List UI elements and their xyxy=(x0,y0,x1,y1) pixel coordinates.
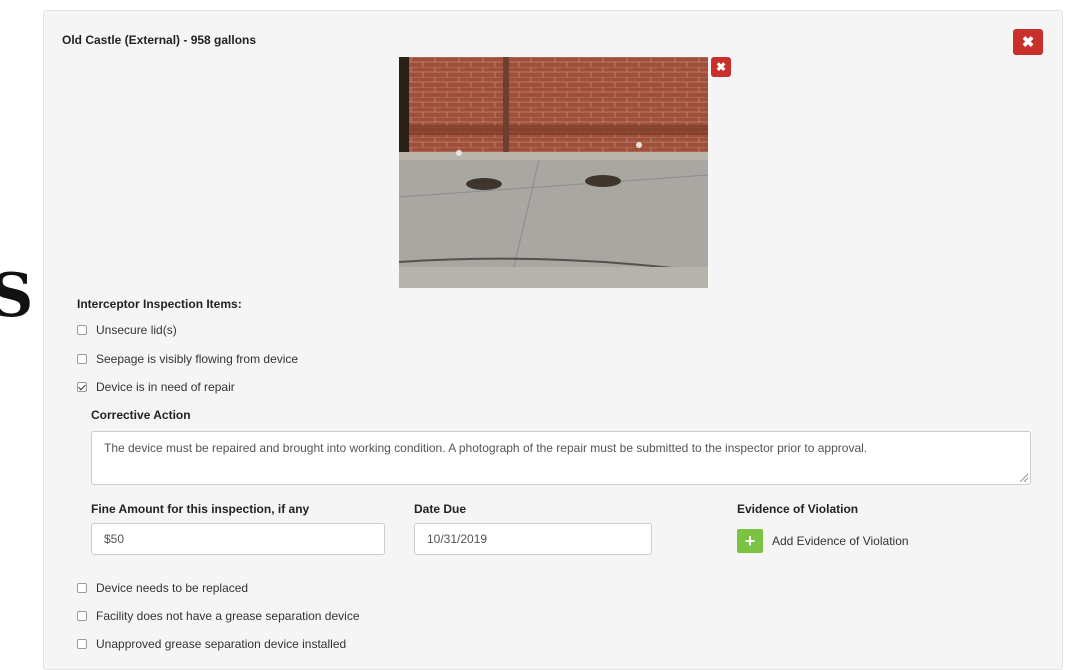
inspection-photo xyxy=(399,57,708,288)
fine-amount-label: Fine Amount for this inspection, if any xyxy=(91,502,310,516)
checkbox-needs-replacement[interactable]: Device needs to be replaced xyxy=(77,581,248,595)
evidence-label: Evidence of Violation xyxy=(737,502,859,516)
corrective-action-text: The device must be repaired and brought … xyxy=(104,441,868,455)
checkbox-label: Device is in need of repair xyxy=(96,380,235,394)
checkbox[interactable] xyxy=(77,611,87,621)
times-icon: ✖ xyxy=(715,60,727,74)
checkbox[interactable] xyxy=(77,583,87,593)
corrective-action-textarea[interactable]: The device must be repaired and brought … xyxy=(91,431,1031,485)
checkbox-label: Device needs to be replaced xyxy=(96,581,249,595)
add-evidence-label[interactable]: Add Evidence of Violation xyxy=(772,534,909,548)
page-edge-glyph: S xyxy=(0,261,34,331)
plus-icon: + xyxy=(744,530,756,551)
date-due-value: 10/31/2019 xyxy=(427,532,488,546)
date-due-label: Date Due xyxy=(414,502,467,516)
fine-amount-value: $50 xyxy=(104,532,125,546)
checkbox-needs-repair[interactable]: Device is in need of repair xyxy=(77,380,235,394)
corrective-action-label: Corrective Action xyxy=(91,408,191,422)
fine-amount-input[interactable]: $50 xyxy=(91,523,385,555)
checkbox-unsecure-lid[interactable]: Unsecure lid(s) xyxy=(77,323,177,337)
remove-interceptor-button[interactable]: ✖ xyxy=(1013,29,1043,55)
resize-handle[interactable] xyxy=(1020,474,1028,482)
interceptor-panel: Old Castle (External) - 958 gallons ✖ ✖ … xyxy=(43,10,1063,670)
checkbox-no-grease-device[interactable]: Facility does not have a grease separati… xyxy=(77,609,360,623)
checkbox-label: Seepage is visibly flowing from device xyxy=(96,352,299,366)
remove-photo-button[interactable]: ✖ xyxy=(711,57,731,77)
checkbox-unapproved-device[interactable]: Unapproved grease separation device inst… xyxy=(77,637,346,651)
add-evidence-button[interactable]: + xyxy=(737,529,763,553)
date-due-input[interactable]: 10/31/2019 xyxy=(414,523,652,555)
checkbox-label: Unapproved grease separation device inst… xyxy=(96,637,347,651)
checkbox[interactable] xyxy=(77,354,87,364)
checkbox-checked[interactable] xyxy=(77,382,87,392)
times-icon: ✖ xyxy=(1021,34,1035,51)
checkbox-label: Facility does not have a grease separati… xyxy=(96,609,360,623)
inspection-items-label: Interceptor Inspection Items: xyxy=(77,297,242,311)
checkbox[interactable] xyxy=(77,325,87,335)
interceptor-title: Old Castle (External) - 958 gallons xyxy=(62,33,257,47)
checkbox-label: Unsecure lid(s) xyxy=(96,323,177,337)
checkbox-seepage[interactable]: Seepage is visibly flowing from device xyxy=(77,352,298,366)
